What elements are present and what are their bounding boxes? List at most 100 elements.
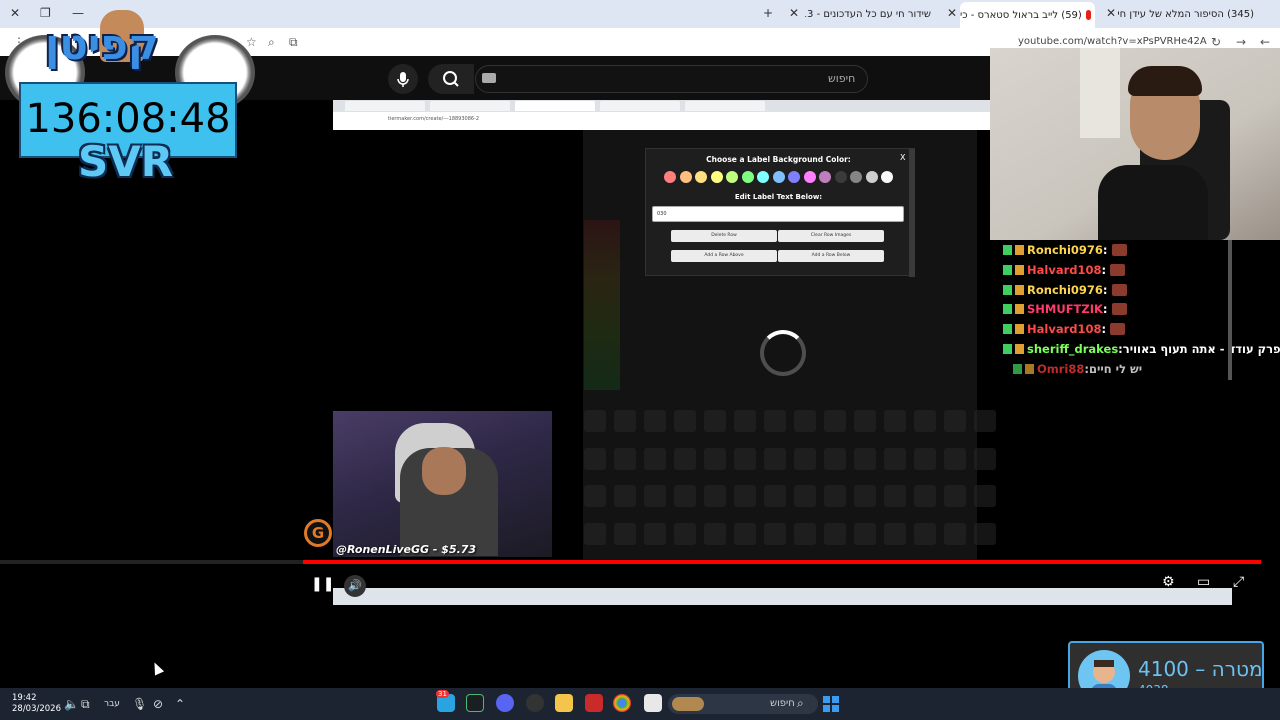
extension-icon[interactable]: ⧉ [289, 35, 298, 50]
host-hair [1128, 66, 1202, 96]
inner-url-text: tiermaker.com/create/---18893086-2 [388, 116, 480, 122]
pause-button[interactable]: ❚❚ [311, 576, 334, 592]
chat-message: Ronchi0976 : [1003, 243, 1127, 257]
label-color-dialog: Choose a Label Background Color: X Edit … [645, 148, 915, 277]
search-input[interactable] [475, 65, 868, 93]
chrome-icon[interactable] [613, 694, 631, 712]
chat-emote-icon [1110, 263, 1126, 276]
color-swatch[interactable] [819, 171, 831, 183]
color-swatch[interactable] [788, 171, 800, 183]
minimize-window-icon[interactable]: — [72, 6, 84, 20]
app-icon[interactable] [644, 694, 662, 712]
moderator-badge-icon [1003, 324, 1012, 335]
forward-icon[interactable]: → [1236, 35, 1246, 49]
color-swatch[interactable] [772, 171, 785, 183]
microphone-tray-icon[interactable]: 🎙 [132, 697, 147, 711]
miniplayer-icon[interactable]: ▭ [1197, 574, 1210, 590]
media-player-icon[interactable] [526, 694, 544, 712]
language-indicator[interactable]: עבר [104, 699, 120, 709]
app-icon[interactable] [585, 694, 603, 712]
chat-username: SHMUFTZIK [1027, 302, 1103, 317]
browser-tab-1[interactable]: (345) הסיפור המלא של עידן חי [1118, 4, 1258, 24]
discord-icon[interactable] [496, 694, 514, 712]
add-row-below-button[interactable]: Add a Row Below [778, 250, 884, 262]
windows-taskbar [0, 688, 1280, 720]
tab-close-icon[interactable]: ✕ [1106, 6, 1116, 20]
network-icon[interactable]: ⧉ [81, 697, 90, 712]
color-swatch[interactable] [741, 171, 754, 183]
speaker-icon[interactable]: 🔈 [64, 697, 79, 711]
inner-tab [345, 101, 425, 111]
search-icon[interactable]: ⌕ [797, 696, 804, 711]
video-progress-bar[interactable] [303, 560, 1261, 564]
microphone-icon [397, 72, 409, 87]
color-swatch[interactable] [865, 171, 878, 183]
color-swatch[interactable] [710, 171, 723, 183]
dialog-scrollbar[interactable] [909, 149, 915, 277]
new-tab-icon[interactable]: + [763, 6, 773, 20]
volume-button[interactable]: 🔊 [344, 575, 366, 597]
add-row-above-button[interactable]: Add a Row Above [671, 250, 777, 262]
fullscreen-icon[interactable]: ⤢ [1233, 574, 1244, 590]
color-swatch[interactable] [834, 171, 847, 183]
chat-emote-icon [1110, 323, 1126, 336]
taskbar-clock[interactable]: 19:42 28/03/2026 [12, 693, 61, 715]
color-swatch[interactable] [803, 171, 816, 183]
search-highlight-image [672, 697, 704, 711]
inner-tab [515, 101, 595, 111]
chat-separator: : [1101, 262, 1107, 277]
inner-tab [600, 101, 680, 111]
timer-value: 136:08:48 [25, 96, 231, 142]
subscriber-badge-icon [1015, 245, 1024, 255]
color-swatch[interactable] [695, 171, 707, 183]
tab-close-icon[interactable]: ✕ [947, 6, 957, 20]
donation-caption: @RonenLiveGG - $5.73 [336, 543, 477, 556]
inner-tab [430, 101, 510, 111]
chat-separator: : [1101, 322, 1107, 337]
close-window-icon[interactable]: ✕ [10, 6, 20, 20]
url-text[interactable]: youtube.com/watch?v=xPsPVRHe42A [1018, 36, 1207, 47]
restore-window-icon[interactable]: ❐ [40, 6, 51, 20]
camera-off-icon[interactable]: ⊘ [153, 697, 163, 711]
chat-separator: : [1102, 282, 1108, 297]
delete-row-button[interactable]: Delete Row [671, 230, 777, 242]
color-swatch[interactable] [757, 171, 769, 183]
tab-close-icon[interactable]: ✕ [789, 6, 799, 20]
dialog-title: Choose a Label Background Color: [706, 155, 851, 164]
chat-username: Ronchi0976 [1027, 243, 1103, 257]
moderator-badge-icon [1003, 344, 1012, 354]
color-swatch[interactable] [850, 171, 862, 183]
zoom-icon[interactable]: ⌕ [268, 35, 275, 50]
bookmark-star-icon[interactable]: ☆ [246, 35, 257, 49]
color-swatch[interactable] [679, 171, 692, 183]
search-button[interactable] [428, 64, 474, 94]
chat-username: Halvard108 [1027, 262, 1102, 277]
chat-separator: : [1102, 302, 1108, 317]
color-swatch[interactable] [881, 171, 893, 183]
dialog-close-button[interactable]: X [900, 153, 905, 162]
windows-start-icon[interactable] [823, 696, 839, 712]
settings-icon[interactable]: ⚙ [1162, 574, 1175, 590]
chat-message: Halvard108 : [1003, 262, 1126, 277]
app-icon[interactable] [466, 694, 484, 712]
color-swatch[interactable] [726, 171, 738, 183]
file-explorer-icon[interactable] [555, 694, 573, 712]
show-hidden-icons-chevron-up-icon[interactable]: ⌃ [175, 697, 185, 711]
voice-search-button[interactable] [388, 64, 418, 94]
chat-scrollbar[interactable] [1228, 240, 1232, 380]
subscriber-badge-icon [1015, 284, 1024, 295]
chat-text: יש לי חיים [1089, 361, 1143, 376]
subscriber-badge-icon [1015, 344, 1024, 354]
reload-icon[interactable]: ↻ [1211, 35, 1221, 49]
chat-username: Halvard108 [1027, 322, 1102, 337]
browser-tab-2[interactable]: (59) לייב בראול סטארס - כי [960, 2, 1095, 28]
taskbar-time: 19:42 [12, 693, 37, 703]
chat-message: sheriff_drakes : תראה פרק עודד - אתה תעו… [1003, 342, 1280, 356]
channel-logo-text: קפיטן [45, 20, 159, 69]
browser-tab-3[interactable]: שידור חי עם כל העדכונים - 13+ [805, 4, 935, 24]
label-text-input[interactable]: 030 [652, 206, 904, 222]
back-icon[interactable]: ← [1260, 35, 1270, 49]
clear-row-images-button[interactable]: Clear Row Images [778, 230, 884, 242]
keyboard-icon[interactable] [482, 73, 496, 83]
color-swatch[interactable] [664, 171, 676, 183]
